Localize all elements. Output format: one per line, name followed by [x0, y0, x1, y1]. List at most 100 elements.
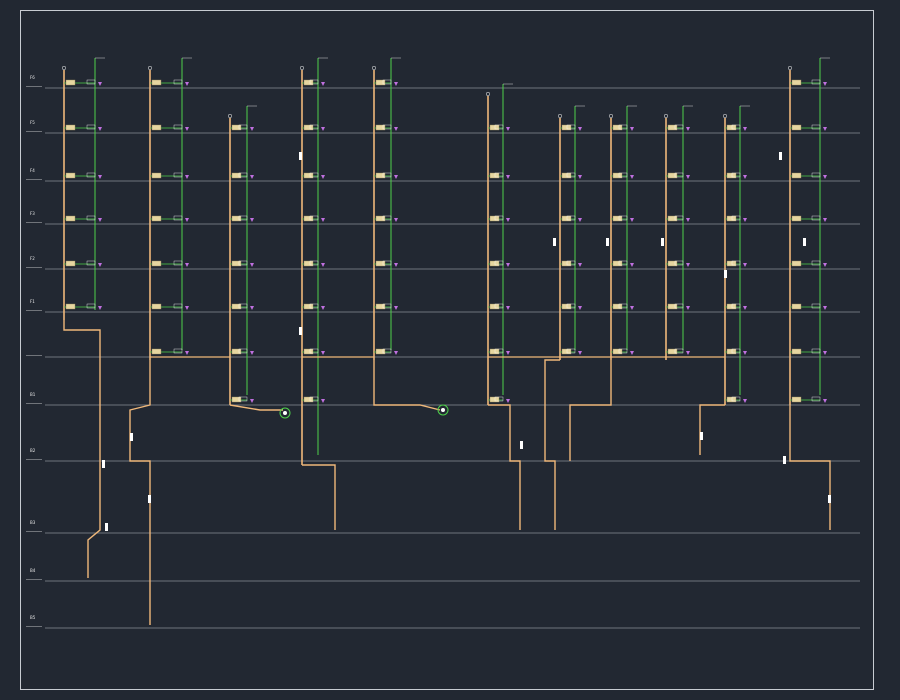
downstream-marker: [394, 351, 398, 355]
downstream-marker: [250, 218, 254, 222]
fixture-symbol: [86, 124, 96, 130]
floor-valve: [612, 215, 623, 222]
floor-valve: [303, 396, 314, 403]
fixture-symbol: [86, 79, 96, 85]
drain-pipe: [129, 360, 151, 625]
downstream-marker: [506, 175, 510, 179]
downstream-marker: [394, 306, 398, 310]
wall-sleeve: [520, 441, 523, 449]
fixture-symbol: [173, 172, 183, 178]
downstream-marker: [630, 175, 634, 179]
downstream-marker: [823, 399, 827, 403]
downstream-marker: [506, 399, 510, 403]
wall-sleeve: [299, 152, 302, 160]
downstream-marker: [506, 306, 510, 310]
floor-valve: [65, 303, 76, 310]
downstream-marker: [321, 218, 325, 222]
downstream-marker: [686, 218, 690, 222]
floor-valve: [561, 124, 572, 131]
floor-valve: [791, 215, 802, 222]
downstream-marker: [98, 127, 102, 131]
floor-tag: B2: [30, 448, 36, 453]
fixture-symbol: [86, 260, 96, 266]
floor-valve: [303, 215, 314, 222]
floor-valve: [151, 303, 162, 310]
floor-valve: [151, 260, 162, 267]
floor-valve: [151, 215, 162, 222]
floor-valve: [489, 396, 500, 403]
floor-valve: [667, 215, 678, 222]
floor-valve: [612, 260, 623, 267]
downstream-marker: [250, 351, 254, 355]
downstream-marker: [250, 127, 254, 131]
fixture-symbol: [173, 215, 183, 221]
downstream-marker: [578, 218, 582, 222]
floor-valve: [231, 124, 242, 131]
downstream-marker: [185, 263, 189, 267]
floor-valve: [726, 303, 737, 310]
fixture-symbol: [86, 215, 96, 221]
downstream-marker: [578, 175, 582, 179]
fixture-symbol: [173, 79, 183, 85]
floor-valve: [726, 260, 737, 267]
downstream-marker: [823, 306, 827, 310]
fixture-symbol: [811, 396, 821, 402]
floor-valve: [375, 124, 386, 131]
downstream-marker: [321, 399, 325, 403]
floor-valve: [791, 260, 802, 267]
downstream-marker: [743, 127, 747, 131]
fixture-symbol: [811, 215, 821, 221]
downstream-marker: [98, 306, 102, 310]
fixture-symbol: [811, 79, 821, 85]
fixture-symbol: [173, 124, 183, 130]
wall-sleeve: [105, 523, 108, 531]
pump-core: [441, 408, 445, 412]
riser-top-cap: [227, 113, 233, 119]
riser-top-cap: [663, 113, 669, 119]
floor-valve: [561, 172, 572, 179]
fixture-symbol: [86, 172, 96, 178]
drain-pipe: [302, 464, 336, 530]
floor-tag: F6: [30, 75, 35, 80]
riser-top-cap: [557, 113, 563, 119]
floor-valve: [489, 124, 500, 131]
floor-valve: [489, 215, 500, 222]
riser-top-cap: [299, 65, 305, 71]
drain-pipe: [789, 405, 831, 530]
riser-top-cap: [787, 65, 793, 71]
floor-valve: [303, 303, 314, 310]
floor-valve: [375, 79, 386, 86]
downstream-marker: [823, 263, 827, 267]
wall-sleeve: [828, 495, 831, 503]
floor-valve: [303, 124, 314, 131]
floor-tag: B1: [30, 392, 36, 397]
downstream-marker: [630, 127, 634, 131]
floor-valve: [151, 124, 162, 131]
floor-valve: [612, 348, 623, 355]
riser-top-cap: [608, 113, 614, 119]
wall-sleeve: [299, 327, 302, 335]
floor-valve: [231, 396, 242, 403]
floor-valve: [303, 348, 314, 355]
floor-tag: F3: [30, 211, 35, 216]
fixture-symbol: [811, 303, 821, 309]
floor-valve: [791, 172, 802, 179]
downstream-marker: [506, 218, 510, 222]
downstream-marker: [98, 263, 102, 267]
downstream-marker: [578, 127, 582, 131]
fixture-symbol: [173, 260, 183, 266]
downstream-marker: [630, 218, 634, 222]
floor-valve: [65, 79, 76, 86]
drain-pipe: [229, 404, 283, 411]
downstream-marker: [185, 175, 189, 179]
downstream-marker: [394, 175, 398, 179]
downstream-marker: [394, 218, 398, 222]
downstream-marker: [823, 82, 827, 86]
downstream-marker: [250, 306, 254, 310]
downstream-marker: [250, 263, 254, 267]
downstream-marker: [185, 306, 189, 310]
downstream-marker: [630, 306, 634, 310]
wall-sleeve: [148, 495, 151, 503]
downstream-marker: [321, 306, 325, 310]
floor-valve: [561, 303, 572, 310]
